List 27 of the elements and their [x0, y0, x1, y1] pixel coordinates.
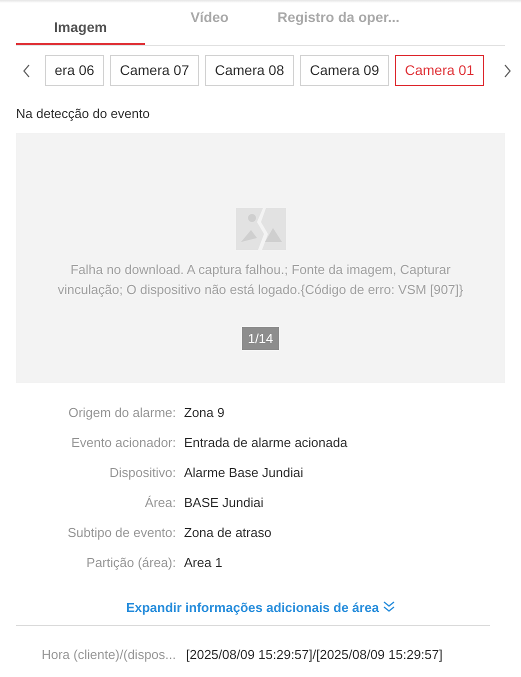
camera-tab[interactable]: Camera 07	[110, 55, 199, 86]
detail-value: Entrada de alarme acionada	[184, 434, 348, 452]
error-message: Falha no download. A captura falhou.; Fonte da imagem, Capturar vinculação; O dispositivo não está logado.{Código de erro: VSM [907]}	[56, 260, 464, 299]
image-counter: 1/14	[242, 326, 280, 350]
detail-label: Partição (área):	[85, 554, 176, 572]
detail-value: Zona de atraso	[184, 524, 272, 542]
broken-image-icon	[236, 208, 286, 250]
double-chevron-down-icon	[382, 601, 395, 614]
detail-value: Area 1	[184, 554, 222, 572]
detail-label: Área:	[144, 494, 176, 512]
detail-label: Dispositivo:	[108, 464, 176, 482]
camera-tab[interactable]: era 06	[45, 55, 104, 86]
detail-label: Evento acionador:	[70, 434, 176, 452]
detail-value: BASE Jundiai	[184, 494, 264, 512]
chevron-right-icon[interactable]	[503, 64, 512, 78]
detail-value: [2025/08/09 15:29:57]/[2025/08/09 15:29:57]	[186, 646, 443, 664]
section-title: Na detecção do evento	[16, 105, 151, 123]
detail-value: Zona 9	[184, 404, 224, 422]
camera-tab[interactable]: Camera 01	[395, 55, 484, 86]
camera-tab[interactable]: Camera 09	[300, 55, 389, 86]
detail-label: Subtipo de evento:	[66, 524, 176, 542]
detail-label: Origem do alarme:	[67, 404, 176, 422]
detail-value: Alarme Base Jundiai	[184, 464, 304, 482]
tab[interactable]: Imagem	[16, 3, 145, 45]
chevron-left-icon[interactable]	[22, 64, 31, 78]
detail-label: Hora (cliente)/(dispos...	[40, 646, 176, 664]
camera-tab[interactable]: Camera 08	[205, 55, 294, 86]
